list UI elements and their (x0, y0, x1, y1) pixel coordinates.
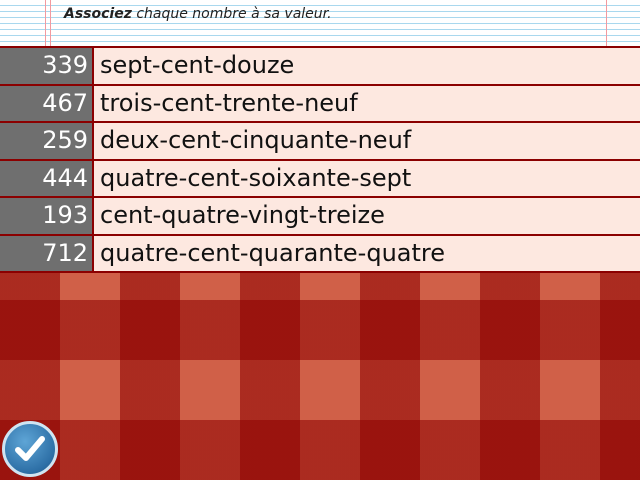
number-tile[interactable]: 259 (0, 123, 94, 159)
word-tile[interactable]: cent-quatre-vingt-treize (94, 198, 640, 234)
number-tile[interactable]: 467 (0, 85, 94, 121)
matching-row: 712 quatre-cent-quarante-quatre (0, 233, 640, 273)
margin-line (45, 0, 46, 46)
number-tile[interactable]: 339 (0, 48, 94, 84)
matching-rows: 339 sept-cent-douze 467 trois-cent-trent… (0, 46, 640, 273)
margin-line (50, 0, 51, 46)
matching-row: 444 quatre-cent-soixante-sept (0, 158, 640, 196)
word-tile[interactable]: sept-cent-douze (94, 48, 640, 84)
word-tile[interactable]: trois-cent-trente-neuf (94, 85, 640, 121)
matching-row: 339 sept-cent-douze (0, 46, 640, 84)
word-tile[interactable]: quatre-cent-quarante-quatre (94, 235, 640, 271)
instruction-bold: Associez (64, 6, 132, 22)
number-tile[interactable]: 444 (0, 160, 94, 196)
word-tile[interactable]: quatre-cent-soixante-sept (94, 160, 640, 196)
matching-row: 193 cent-quatre-vingt-treize (0, 196, 640, 234)
number-tile[interactable]: 712 (0, 235, 94, 271)
matching-row: 467 trois-cent-trente-neuf (0, 83, 640, 121)
ruled-paper-header: Associez chaque nombre à sa valeur. (0, 0, 640, 46)
checkmark-icon (15, 436, 45, 461)
instruction-rest: chaque nombre à sa valeur. (131, 6, 332, 22)
margin-line (606, 0, 607, 46)
word-tile[interactable]: deux-cent-cinquante-neuf (94, 123, 640, 159)
number-tile[interactable]: 193 (0, 198, 94, 234)
matching-row: 259 deux-cent-cinquante-neuf (0, 121, 640, 159)
instruction-text: Associez chaque nombre à sa valeur. (64, 6, 332, 22)
validate-button[interactable] (2, 421, 58, 477)
